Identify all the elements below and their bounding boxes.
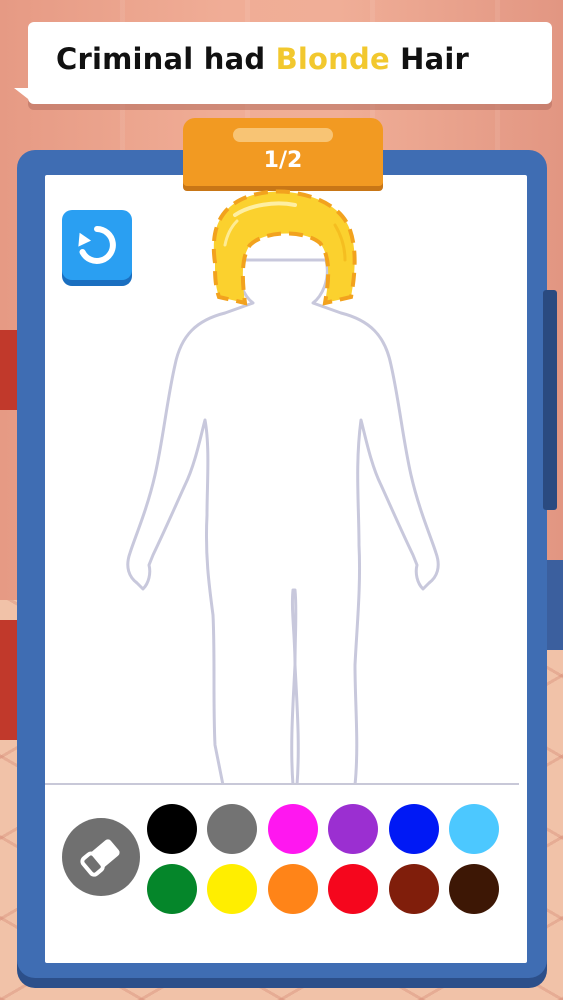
eraser-icon [80, 839, 120, 877]
blonde-hair-drawing [211, 189, 357, 306]
prompt-text: Criminal had Blonde Hair [56, 42, 469, 76]
color-swatch-light-blue[interactable] [449, 804, 499, 854]
color-swatch-purple[interactable] [328, 804, 378, 854]
palette-divider [45, 783, 519, 785]
color-swatch-blue[interactable] [389, 804, 439, 854]
progress-label: 1/2 [263, 148, 303, 173]
color-swatch-black[interactable] [147, 804, 197, 854]
color-swatch-yellow[interactable] [207, 864, 257, 914]
eraser-button[interactable] [62, 818, 140, 896]
color-swatch-green[interactable] [147, 864, 197, 914]
color-swatch-gray[interactable] [207, 804, 257, 854]
body-outline [126, 258, 440, 785]
color-swatch-dark-red[interactable] [389, 864, 439, 914]
clipboard-edge [543, 290, 557, 510]
banner-tail [14, 88, 32, 102]
undo-rotate-icon [78, 226, 116, 264]
prompt-suffix: Hair [389, 42, 470, 76]
clip-slot [233, 128, 333, 142]
prompt-prefix: Criminal had [56, 42, 276, 76]
color-swatch-orange[interactable] [268, 864, 318, 914]
clipboard-clip: 1/2 [183, 118, 383, 186]
color-swatch-dark-brown[interactable] [449, 864, 499, 914]
suspect-silhouette [126, 189, 440, 785]
prompt-highlight-word: Blonde [275, 42, 390, 76]
color-swatch-red[interactable] [328, 864, 378, 914]
prompt-banner: Criminal had Blonde Hair [28, 22, 552, 104]
color-swatch-magenta[interactable] [268, 804, 318, 854]
